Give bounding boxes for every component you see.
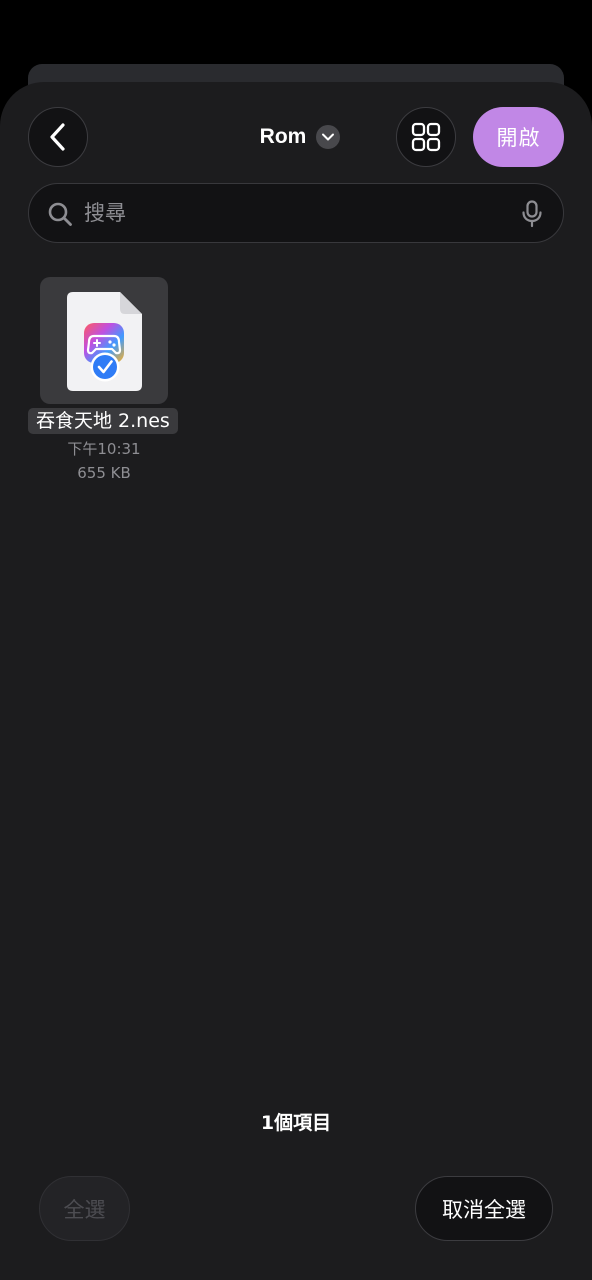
microphone-icon[interactable] xyxy=(521,200,543,228)
view-mode-button[interactable] xyxy=(396,107,456,167)
file-browser-sheet xyxy=(0,82,592,1280)
item-count: 1個項目 xyxy=(260,1112,332,1134)
file-item[interactable]: 吞食天地 2.nes 下午10:31 655 KB xyxy=(26,277,182,487)
game-controller-file-icon xyxy=(67,292,142,391)
chevron-down-icon xyxy=(316,125,341,149)
search-bar[interactable] xyxy=(28,183,564,243)
open-button[interactable]: 開啟 xyxy=(473,107,564,167)
folder-title: Rom xyxy=(259,125,307,148)
file-picker-screen: Rom 開啟 搜尋 吞食天地 2.nes 下午10:31 655 KB 1個項目… xyxy=(0,0,592,1280)
back-button[interactable] xyxy=(28,107,88,167)
deselect-all-button[interactable]: 取消全選 xyxy=(415,1176,553,1241)
file-size: 655 KB xyxy=(77,464,131,482)
grid-view-icon xyxy=(411,122,441,152)
folder-title-menu[interactable]: Rom xyxy=(230,120,370,154)
file-name: 吞食天地 2.nes xyxy=(28,408,178,434)
select-all-button[interactable]: 全選 xyxy=(39,1176,130,1241)
chevron-left-icon xyxy=(50,123,65,151)
search-input[interactable] xyxy=(84,184,484,242)
file-modified-time: 下午10:31 xyxy=(67,440,141,458)
search-icon xyxy=(48,202,72,226)
